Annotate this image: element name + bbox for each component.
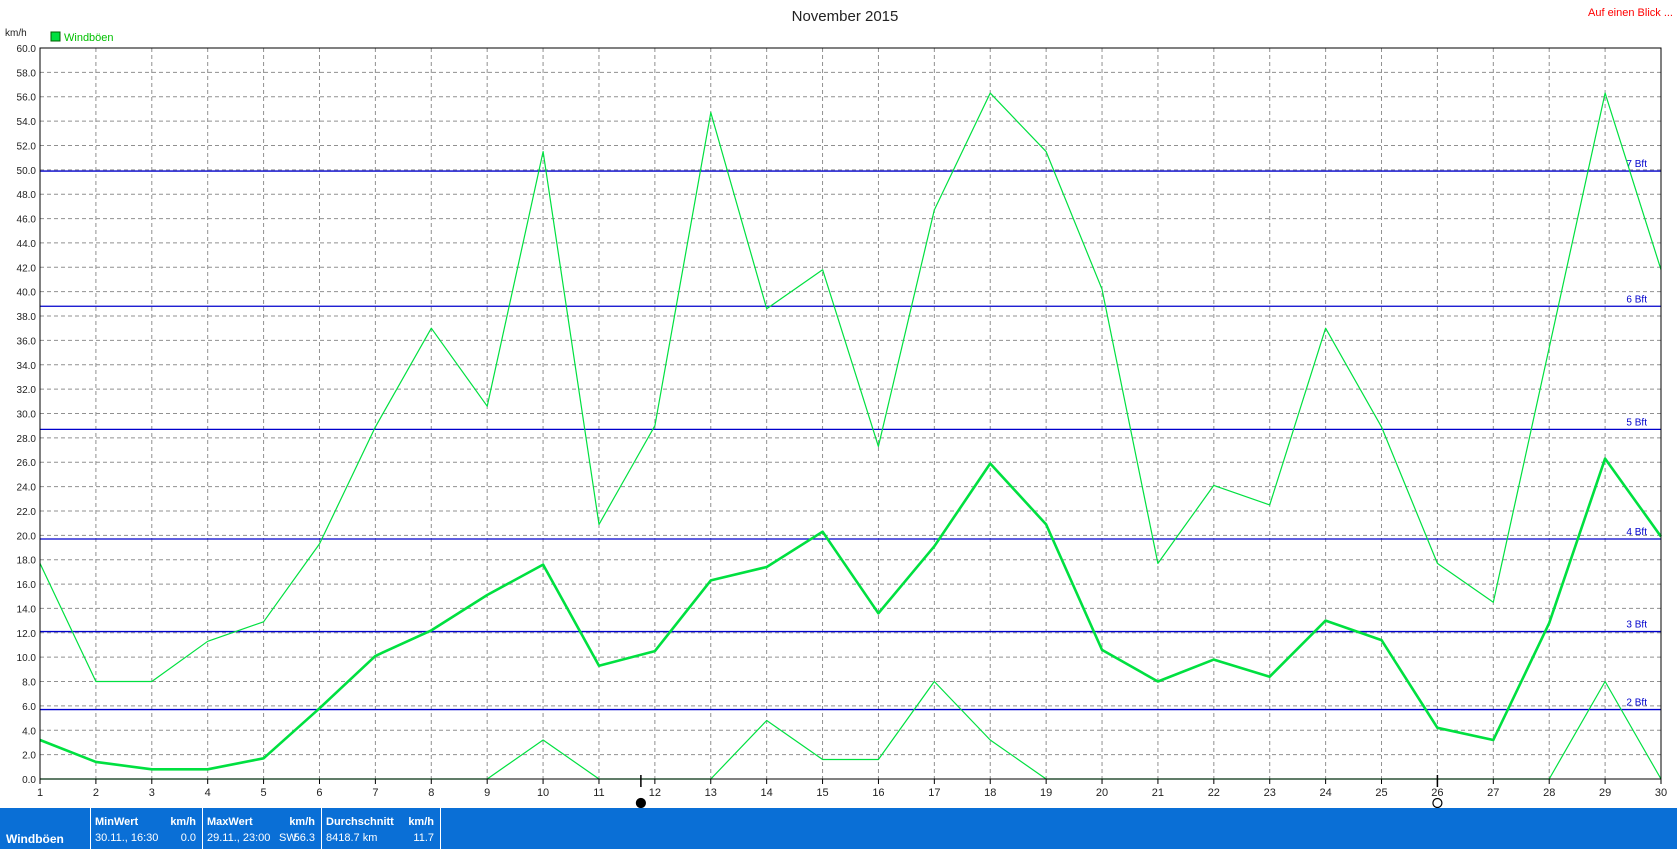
y-tick-label: 18.0 [17, 556, 37, 567]
x-tick-label: 4 [205, 787, 211, 799]
max-header: MaxWert [207, 816, 253, 828]
series-lines [39, 92, 1663, 780]
x-tick-label: 9 [484, 787, 490, 799]
stats-series-cell: Windböen [0, 808, 91, 849]
x-tick-label: 27 [1487, 787, 1499, 799]
x-tick-label: 17 [928, 787, 940, 799]
x-tick-label: 25 [1375, 787, 1387, 799]
y-tick-label: 4.0 [22, 726, 36, 737]
axes: 0.0 2.0 4.0 6.0 8.0 10.0 12.0 14.0 16.0 18.0 20.0 2… [17, 44, 1667, 808]
y-tick-label: 16.0 [17, 580, 37, 591]
max-when: 29.11., 23:00 [207, 832, 271, 844]
beaufort-lines: 2 Bft3 Bft4 Bft5 Bft6 Bft7 Bft [40, 159, 1661, 711]
x-tick-label: 22 [1208, 787, 1220, 799]
y-tick-label: 50.0 [17, 166, 37, 177]
max-value: 56.3 [293, 832, 315, 844]
x-tick-label: 30 [1655, 787, 1667, 799]
x-tick-label: 26 [1431, 787, 1443, 799]
x-tick-label: 2 [93, 787, 99, 799]
y-tick-label: 58.0 [17, 68, 37, 79]
x-tick-label: 24 [1319, 787, 1331, 799]
min-value: 0.0 [180, 832, 196, 844]
x-tick-label: 21 [1152, 787, 1164, 799]
x-tick-label: 10 [537, 787, 549, 799]
y-tick-label: 28.0 [17, 434, 37, 445]
y-tick-label: 22.0 [17, 507, 37, 518]
min-when: 30.11., 16:30 [95, 832, 159, 844]
y-tick-label: 40.0 [17, 288, 37, 299]
y-tick-label: 12.0 [17, 629, 37, 640]
y-tick-label: 34.0 [17, 361, 37, 372]
x-tick-label: 13 [705, 787, 717, 799]
x-tick-label: 11 [593, 787, 604, 799]
avg-unit: km/h [408, 816, 434, 828]
y-tick-label: 36.0 [17, 336, 37, 347]
x-tick-label: 5 [261, 787, 267, 799]
series-avg-line [39, 457, 1663, 771]
y-tick-label: 46.0 [17, 215, 37, 226]
y-tick-label: 32.0 [17, 385, 37, 396]
x-tick-label: 20 [1096, 787, 1108, 799]
legend-label: Windböen [64, 32, 114, 44]
y-tick-label: 2.0 [22, 751, 36, 762]
y-tick-label: 38.0 [17, 312, 37, 323]
series-max-line [39, 92, 1662, 683]
beaufort-label: 2 Bft [1626, 698, 1647, 709]
x-tick-label: 15 [816, 787, 828, 799]
chart-title: November 2015 [792, 8, 899, 25]
full-moon-icon [1432, 797, 1443, 808]
max-unit: km/h [289, 816, 315, 828]
plot-frame [39, 47, 1662, 780]
y-tick-label: 8.0 [22, 678, 36, 689]
stats-avg-cell: Durchschnitt km/h 8418.7 km 11.7 [322, 808, 441, 849]
grid [39, 47, 1662, 780]
x-tick-label: 16 [872, 787, 884, 799]
y-axis-unit: km/h [5, 28, 27, 39]
y-tick-label: 56.0 [17, 93, 37, 104]
avg-distance: 8418.7 km [326, 832, 378, 844]
x-tick-label: 29 [1599, 787, 1611, 799]
x-tick-label: 12 [649, 787, 661, 799]
x-tick-label: 3 [149, 787, 155, 799]
y-tick-label: 26.0 [17, 458, 37, 469]
min-header: MinWert [95, 816, 139, 828]
beaufort-label: 6 Bft [1626, 294, 1647, 305]
y-tick-label: 42.0 [17, 263, 37, 274]
x-tick-label: 8 [428, 787, 434, 799]
new-moon-icon [635, 797, 646, 808]
y-tick-label: 52.0 [17, 141, 37, 152]
avg-header: Durchschnitt [326, 816, 394, 828]
x-tick-label: 1 [37, 787, 43, 799]
y-tick-label: 48.0 [17, 190, 37, 201]
stats-min-cell: MinWert km/h 30.11., 16:30 0.0 [91, 808, 203, 849]
y-tick-label: 30.0 [17, 410, 37, 421]
x-tick-label: 23 [1264, 787, 1276, 799]
y-tick-label: 0.0 [22, 775, 36, 786]
x-tick-label: 14 [761, 787, 773, 799]
x-tick-label: 7 [372, 787, 378, 799]
y-tick-label: 20.0 [17, 531, 37, 542]
y-tick-label: 54.0 [17, 117, 37, 128]
x-tick-label: 19 [1040, 787, 1052, 799]
y-tick-label: 10.0 [17, 653, 37, 664]
wind-gust-chart: November 2015 Auf einen Blick ... km/h W… [5, 7, 1673, 808]
beaufort-label: 5 Bft [1626, 417, 1647, 428]
stats-bar: Windböen MinWert km/h 30.11., 16:30 0.0 … [0, 808, 1677, 849]
x-tick-label: 18 [984, 787, 996, 799]
beaufort-label: 3 Bft [1626, 620, 1647, 631]
stats-max-cell: MaxWert km/h 29.11., 23:00 SW 56.3 [203, 808, 322, 849]
legend-swatch [50, 31, 61, 42]
x-tick-label: 6 [316, 787, 322, 799]
y-tick-label: 60.0 [17, 44, 37, 55]
x-tick-label: 28 [1543, 787, 1555, 799]
min-unit: km/h [170, 816, 196, 828]
avg-value: 11.7 [413, 832, 434, 844]
stats-series-label: Windböen [6, 832, 64, 846]
y-tick-label: 24.0 [17, 483, 37, 494]
y-tick-label: 6.0 [22, 702, 36, 713]
y-tick-label: 44.0 [17, 239, 37, 250]
overview-link[interactable]: Auf einen Blick ... [1588, 7, 1673, 19]
beaufort-label: 4 Bft [1626, 527, 1647, 538]
y-tick-label: 14.0 [17, 604, 37, 615]
